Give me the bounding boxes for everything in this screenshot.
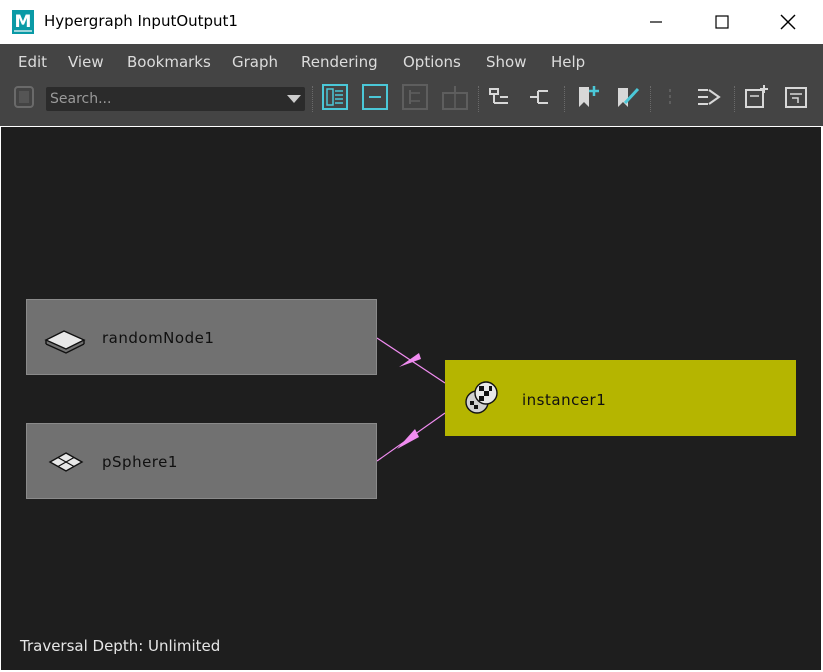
menu-graph[interactable]: Graph [232, 53, 278, 71]
node-label: pSphere1 [102, 453, 178, 471]
menu-rendering[interactable]: Rendering [301, 53, 378, 71]
search-field-icon [14, 86, 34, 108]
traversal-depth-status: Traversal Depth: Unlimited [20, 637, 221, 655]
search-box[interactable] [46, 87, 305, 111]
menu-show[interactable]: Show [486, 53, 526, 71]
close-icon [780, 14, 796, 30]
toolbar-separator [734, 86, 736, 112]
svg-text:M: M [15, 12, 32, 32]
layer-sheets-icon [44, 330, 86, 354]
connection-arrow-icon [397, 429, 419, 449]
menu-help[interactable]: Help [551, 53, 585, 71]
menu-view[interactable]: View [68, 53, 104, 71]
minimize-button[interactable] [633, 0, 679, 44]
node-label: instancer1 [522, 391, 607, 409]
dotted-divider-icon [669, 89, 671, 105]
instancer-icon [465, 381, 498, 414]
graph-node[interactable]: pSphere1 [26, 423, 377, 499]
layout-icon[interactable] [441, 83, 469, 111]
maximize-icon [715, 15, 729, 29]
add-bookmark-icon[interactable] [573, 83, 601, 111]
toolbar [0, 74, 823, 126]
edit-bookmark-icon[interactable] [613, 83, 641, 111]
graph-canvas[interactable]: randomNode1 pSphere1 instancer1 Traversa… [1, 127, 821, 670]
menu-bookmarks[interactable]: Bookmarks [127, 53, 211, 71]
title-bar: M Hypergraph InputOutput1 [0, 0, 823, 44]
window-title: Hypergraph InputOutput1 [44, 12, 238, 30]
collapse-icon[interactable] [361, 83, 389, 111]
search-input[interactable] [50, 90, 270, 108]
menu-bar: Edit View Bookmarks Graph Rendering Opti… [0, 44, 823, 74]
node-label: randomNode1 [102, 329, 215, 347]
minimize-icon [650, 21, 662, 23]
toolbar-separator [312, 86, 314, 112]
menu-options[interactable]: Options [403, 53, 461, 71]
graph-layout-icon[interactable] [695, 83, 723, 111]
toolbar-separator [478, 86, 480, 112]
attribute-list-icon[interactable] [321, 83, 349, 111]
output-connections-icon[interactable] [526, 83, 554, 111]
maximize-button[interactable] [699, 0, 745, 44]
graph-node-selected[interactable]: instancer1 [445, 360, 796, 436]
search-dropdown-arrow-icon[interactable] [287, 95, 301, 103]
transform-diamond-icon [48, 452, 84, 472]
input-connections-icon[interactable] [486, 83, 514, 111]
maya-logo-icon: M [12, 10, 34, 34]
close-button[interactable] [765, 0, 811, 44]
toolbar-separator [564, 86, 566, 112]
toolbar-separator [650, 86, 652, 112]
menu-edit[interactable]: Edit [18, 53, 47, 71]
new-tab-icon[interactable] [742, 83, 770, 111]
expand-icon[interactable] [401, 83, 429, 111]
tear-off-icon[interactable] [782, 83, 810, 111]
graph-node[interactable]: randomNode1 [26, 299, 377, 375]
